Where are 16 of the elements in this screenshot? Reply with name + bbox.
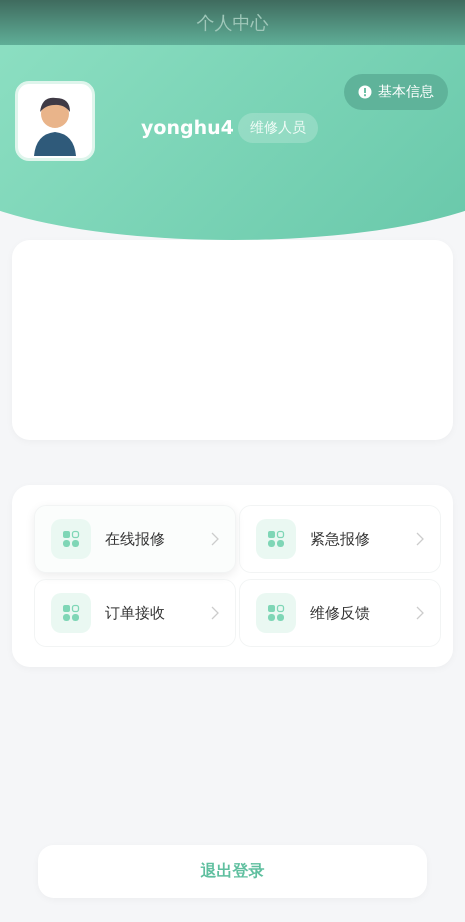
menu-item[interactable]: 订单接收 (34, 579, 236, 647)
chevron-right-icon (416, 532, 424, 546)
grid-icon (51, 519, 91, 559)
grid-icon (51, 593, 91, 633)
menu-item[interactable]: 维修反馈 (239, 579, 441, 647)
username: yonghu4 (141, 117, 234, 139)
grid-icon (256, 593, 296, 633)
page-title: 个人中心 (196, 12, 268, 34)
chevron-right-icon (416, 606, 424, 620)
role-tag: 维修人员 (238, 113, 318, 143)
grid-icon (256, 519, 296, 559)
menu-item[interactable]: 紧急报修 (239, 505, 441, 573)
menu-item[interactable]: 在线报修 (34, 505, 236, 573)
chevron-right-icon (211, 606, 219, 620)
chevron-right-icon (211, 532, 219, 546)
alert-icon (358, 85, 372, 99)
